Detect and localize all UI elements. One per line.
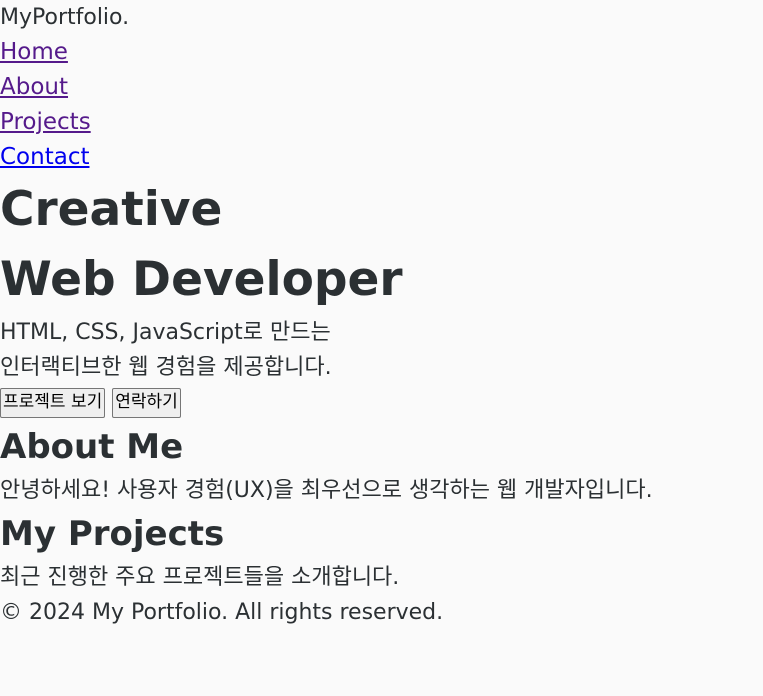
projects-text: 최근 진행한 주요 프로젝트들을 소개합니다.: [0, 565, 400, 590]
footer-copyright: © 2024 My Portfolio. All rights reserved…: [0, 600, 444, 625]
site-header: MyPortfolio. Home About Projects Contact: [0, 0, 763, 175]
main-nav: Home About Projects Contact: [0, 35, 763, 175]
site-footer: © 2024 My Portfolio. All rights reserved…: [0, 595, 763, 630]
projects-heading: My Projects: [0, 514, 225, 554]
nav-link-contact[interactable]: Contact: [0, 140, 763, 175]
site-logo[interactable]: MyPortfolio.: [0, 0, 763, 35]
view-projects-button[interactable]: 프로젝트 보기: [0, 388, 106, 418]
hero-subtitle-line1: HTML, CSS, JavaScript로 만드는: [0, 320, 331, 345]
hero-subtitle: HTML, CSS, JavaScript로 만드는 인터랙티브한 웹 경험을 …: [0, 315, 763, 385]
projects-section: My Projects 최근 진행한 주요 프로젝트들을 소개합니다.: [0, 508, 763, 595]
hero-buttons: 프로젝트 보기 연락하기: [0, 385, 763, 421]
hero-title: Creative Web Developer: [0, 175, 763, 315]
hero-title-line1: Creative: [0, 182, 223, 237]
contact-button[interactable]: 연락하기: [112, 388, 181, 418]
nav-link-home[interactable]: Home: [0, 35, 763, 70]
nav-link-projects[interactable]: Projects: [0, 105, 763, 140]
about-heading: About Me: [0, 427, 184, 467]
hero-subtitle-line2: 인터랙티브한 웹 경험을 제공합니다.: [0, 355, 332, 380]
hero-title-line2: Web Developer: [0, 252, 403, 307]
nav-link-about[interactable]: About: [0, 70, 763, 105]
hero-section: Creative Web Developer HTML, CSS, JavaSc…: [0, 175, 763, 421]
about-text: 안녕하세요! 사용자 경험(UX)을 최우선으로 생각하는 웹 개발자입니다.: [0, 478, 653, 503]
about-section: About Me 안녕하세요! 사용자 경험(UX)을 최우선으로 생각하는 웹…: [0, 421, 763, 508]
